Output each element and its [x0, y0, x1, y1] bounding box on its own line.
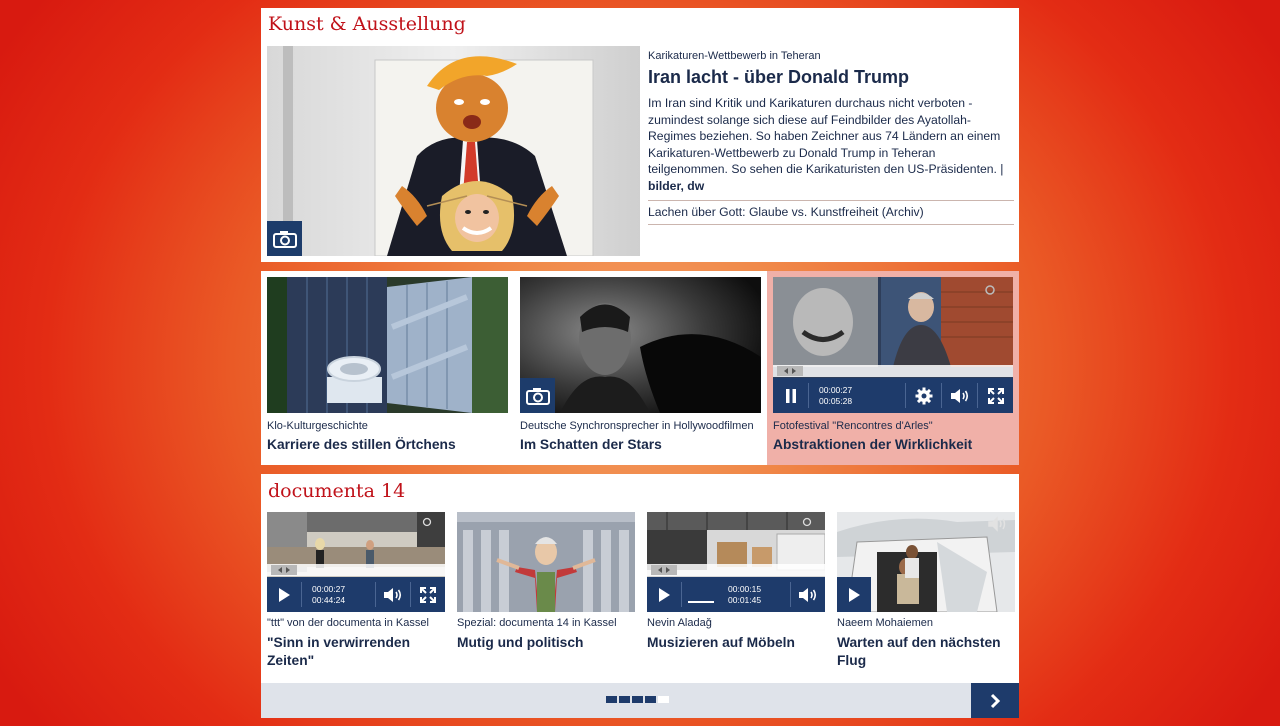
carousel-pager-bar	[261, 683, 1019, 718]
teaser-klo[interactable]: Klo-Kulturgeschichte Karriere des stille…	[261, 271, 514, 465]
teaser-arles-kicker: Fotofestival "Rencontres d'Arles"	[773, 420, 933, 432]
carousel-next-button[interactable]	[971, 683, 1019, 718]
volume-button[interactable]	[376, 577, 410, 612]
fullscreen-button[interactable]	[978, 378, 1013, 413]
play-icon	[659, 587, 670, 602]
camera-icon	[272, 230, 297, 248]
outhouse-photo	[267, 277, 508, 413]
fullscreen-icon	[987, 387, 1004, 404]
teaser-arles[interactable]: 00:00:27 00:05:28 Fotofestival "Rencontr…	[767, 271, 1019, 465]
current-time: 00:00:15	[728, 583, 762, 594]
documenta-item-mohaiemen[interactable]: Naeem Mohaiemen Warten auf den nächsten …	[837, 512, 1015, 672]
section-title-documenta: documenta 14	[268, 480, 406, 502]
play-icon	[849, 587, 860, 602]
lead-teaser-link[interactable]: bilder, dw	[648, 179, 704, 193]
lead-caricature-illustration	[267, 46, 640, 256]
teaser-arles-headline[interactable]: Abstraktionen der Wirklichkeit	[773, 437, 972, 452]
fullscreen-button[interactable]	[411, 577, 445, 612]
chevron-right-icon	[990, 693, 1001, 708]
fullscreen-icon	[420, 586, 436, 603]
current-time: 00:00:27	[819, 384, 853, 395]
documenta-item-spezial-headline[interactable]: Mutig und politisch	[457, 634, 635, 652]
camera-icon-badge[interactable]	[267, 221, 302, 256]
documenta-item-aladag-video[interactable]: 00:00:15 00:01:45	[647, 512, 825, 612]
pause-button[interactable]	[773, 378, 808, 413]
documenta-item-spezial[interactable]: Spezial: documenta 14 in Kassel Mutig un…	[457, 512, 635, 672]
parthenon-of-books-photo	[457, 512, 635, 612]
pause-icon	[785, 388, 796, 403]
volume-level-bar[interactable]	[688, 600, 714, 603]
lead-kicker: Karikaturen-Wettbewerb in Teheran	[648, 50, 821, 62]
scrub-handle[interactable]	[651, 565, 677, 575]
teaser-klo-headline[interactable]: Karriere des stillen Örtchens	[267, 437, 456, 452]
teaser-klo-image[interactable]	[267, 277, 508, 413]
documenta-item-ttt-headline[interactable]: "Sinn in verwirrenden Zeiten"	[267, 634, 445, 670]
documenta-item-mohaiemen-kicker: Naeem Mohaiemen	[837, 617, 933, 629]
lead-teaser-text: Im Iran sind Kritik und Karikaturen durc…	[648, 96, 1004, 176]
lead-teaser: Im Iran sind Kritik und Karikaturen durc…	[648, 95, 1014, 194]
documenta-item-spezial-kicker: Spezial: documenta 14 in Kassel	[457, 617, 617, 629]
documenta-item-aladag-kicker: Nevin Aladağ	[647, 617, 712, 629]
related-link-row: Lachen über Gott: Glaube vs. Kunstfreihe…	[648, 200, 1014, 225]
video-scrubber[interactable]	[647, 564, 825, 576]
scrub-handle[interactable]	[271, 565, 297, 575]
pager-dots	[606, 696, 669, 703]
play-button[interactable]	[267, 577, 301, 612]
teaser-synchron-kicker: Deutsche Synchronsprecher in Hollywoodfi…	[520, 420, 754, 432]
total-time: 00:05:28	[819, 395, 853, 406]
teaser-synchron[interactable]: Deutsche Synchronsprecher in Hollywoodfi…	[514, 271, 767, 465]
speaker-icon	[799, 587, 817, 602]
play-icon	[279, 587, 290, 602]
camera-icon	[525, 387, 550, 405]
pager-page-4[interactable]	[645, 696, 656, 703]
video-scrubber[interactable]	[267, 564, 445, 576]
pager-page-3[interactable]	[632, 696, 643, 703]
speaker-icon	[950, 388, 968, 403]
video-controls-aladag: 00:00:15 00:01:45	[647, 577, 825, 612]
kunst-lead-panel: Kunst & Ausstellung Karikaturen-Wettbewe…	[261, 8, 1019, 262]
video-scrubber[interactable]	[773, 365, 1013, 377]
pager-page-1[interactable]	[606, 696, 617, 703]
total-time: 00:44:24	[312, 594, 346, 605]
section-title-kunst: Kunst & Ausstellung	[268, 13, 466, 35]
play-button[interactable]	[837, 577, 871, 612]
speaker-icon	[384, 587, 402, 602]
video-controls-ttt: 00:00:27 00:44:24	[267, 577, 445, 612]
kunst-teaser-row: Klo-Kulturgeschichte Karriere des stille…	[261, 271, 1019, 465]
video-time-readout: 00:00:27 00:05:28	[809, 385, 905, 407]
pager-page-2[interactable]	[619, 696, 630, 703]
volume-button[interactable]	[791, 577, 825, 612]
play-button[interactable]	[647, 577, 681, 612]
lead-image[interactable]	[267, 46, 640, 256]
documenta-item-ttt[interactable]: 00:00:27 00:44:24 "ttt" von der document…	[267, 512, 445, 672]
documenta-panel: documenta 14 00:00:27 00:44:24 "ttt" von…	[261, 474, 1019, 718]
documenta-item-ttt-kicker: "ttt" von der documenta in Kassel	[267, 617, 429, 629]
settings-button[interactable]	[906, 378, 941, 413]
teaser-klo-kicker: Klo-Kulturgeschichte	[267, 420, 368, 432]
teaser-synchron-headline[interactable]: Im Schatten der Stars	[520, 437, 662, 452]
documenta-item-mohaiemen-video[interactable]	[837, 512, 1015, 612]
shadow-portrait-photo	[520, 277, 761, 413]
current-time: 00:00:27	[312, 583, 346, 594]
documenta-item-ttt-video[interactable]: 00:00:27 00:44:24	[267, 512, 445, 612]
scrub-handle[interactable]	[777, 366, 803, 376]
lead-text-block: Karikaturen-Wettbewerb in Teheran Iran l…	[648, 50, 1014, 225]
total-time: 00:01:45	[728, 594, 762, 605]
teaser-synchron-image[interactable]	[520, 277, 761, 413]
gear-icon	[915, 387, 932, 404]
video-controls-arles: 00:00:27 00:05:28	[773, 378, 1013, 413]
video-time-readout: 00:00:27 00:44:24	[302, 584, 375, 606]
documenta-item-aladag-headline[interactable]: Musizieren auf Möbeln	[647, 634, 825, 652]
teaser-arles-video[interactable]: 00:00:27 00:05:28	[773, 277, 1013, 413]
documenta-item-mohaiemen-headline[interactable]: Warten auf den nächsten Flug	[837, 634, 1015, 670]
video-time-readout: 00:00:15 00:01:45	[714, 584, 790, 606]
pager-page-5-active[interactable]	[658, 696, 669, 703]
volume-button[interactable]	[942, 378, 977, 413]
camera-icon-badge-2[interactable]	[520, 378, 555, 413]
documenta-item-spezial-image[interactable]	[457, 512, 635, 612]
related-link[interactable]: Lachen über Gott: Glaube vs. Kunstfreihe…	[648, 205, 924, 219]
lead-headline[interactable]: Iran lacht - über Donald Trump	[648, 67, 1014, 88]
documenta-item-aladag[interactable]: 00:00:15 00:01:45 Nevin Aladağ Musiziere…	[647, 512, 825, 672]
